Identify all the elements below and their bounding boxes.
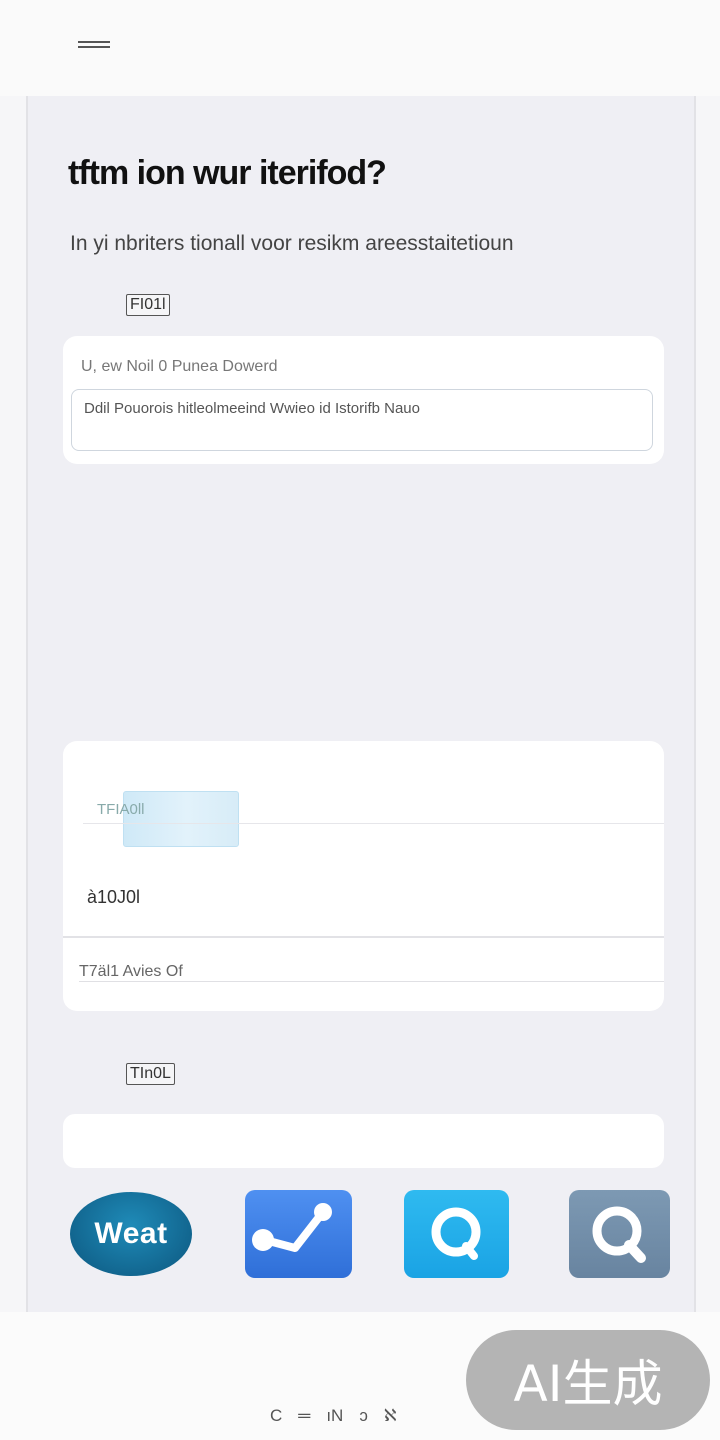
weat-app-label: Weat [94,1217,168,1250]
weat-app-icon[interactable]: Weat [70,1192,192,1276]
hamburger-menu-icon[interactable] [74,32,114,56]
chart-icon[interactable] [245,1190,352,1278]
menu-line [78,41,110,43]
section-tag: TIn0L [126,1063,175,1085]
footer-underline [79,981,664,982]
input-card: U, ew Noil 0 Punea Dowerd Ddil Pouorois … [63,336,664,464]
image-thumbnail[interactable] [123,791,239,847]
form-panel: tftm ion wur iterifod? In yi nbriters ti… [26,96,696,1312]
value-text[interactable]: à10J0l [87,887,140,908]
nav-extra-icon[interactable]: ℵ [384,1406,397,1426]
section-tag: FI01l [126,294,170,316]
ai-generated-badge: AI生成 [466,1330,710,1430]
thumbnail-label: TFIA0ll [97,801,145,818]
details-card: TFIA0ll à10J0l T7äl1 Avies Of [63,741,664,1011]
bottom-nav: C ═ ıΝ ɔ ℵ [270,1404,430,1428]
search-icon[interactable] [404,1190,509,1278]
empty-input-card[interactable] [63,1114,664,1168]
bottom-bar: C ═ ıΝ ɔ ℵ AI生成 [0,1312,720,1440]
divider [83,823,664,824]
nav-menu-icon[interactable]: ═ [298,1406,310,1426]
nav-home-icon[interactable]: ıΝ [326,1406,343,1426]
footer-text[interactable]: T7äl1 Avies Of [79,963,183,981]
text-input[interactable]: Ddil Pouorois hitleolmeeind Wwieo id Ist… [71,389,653,451]
menu-line [78,46,110,48]
divider [63,936,664,938]
nav-back-icon[interactable]: C [270,1406,282,1426]
app-icon-row: Weat [28,1190,698,1282]
field-label: U, ew Noil 0 Punea Dowerd [81,358,278,375]
page-subtitle: In yi nbriters tionall voor resikm arees… [70,232,514,255]
top-bar [0,0,720,96]
page-title: tftm ion wur iterifod? [68,154,387,192]
nav-moon-icon[interactable]: ɔ [359,1406,368,1426]
search-icon[interactable] [569,1190,670,1278]
